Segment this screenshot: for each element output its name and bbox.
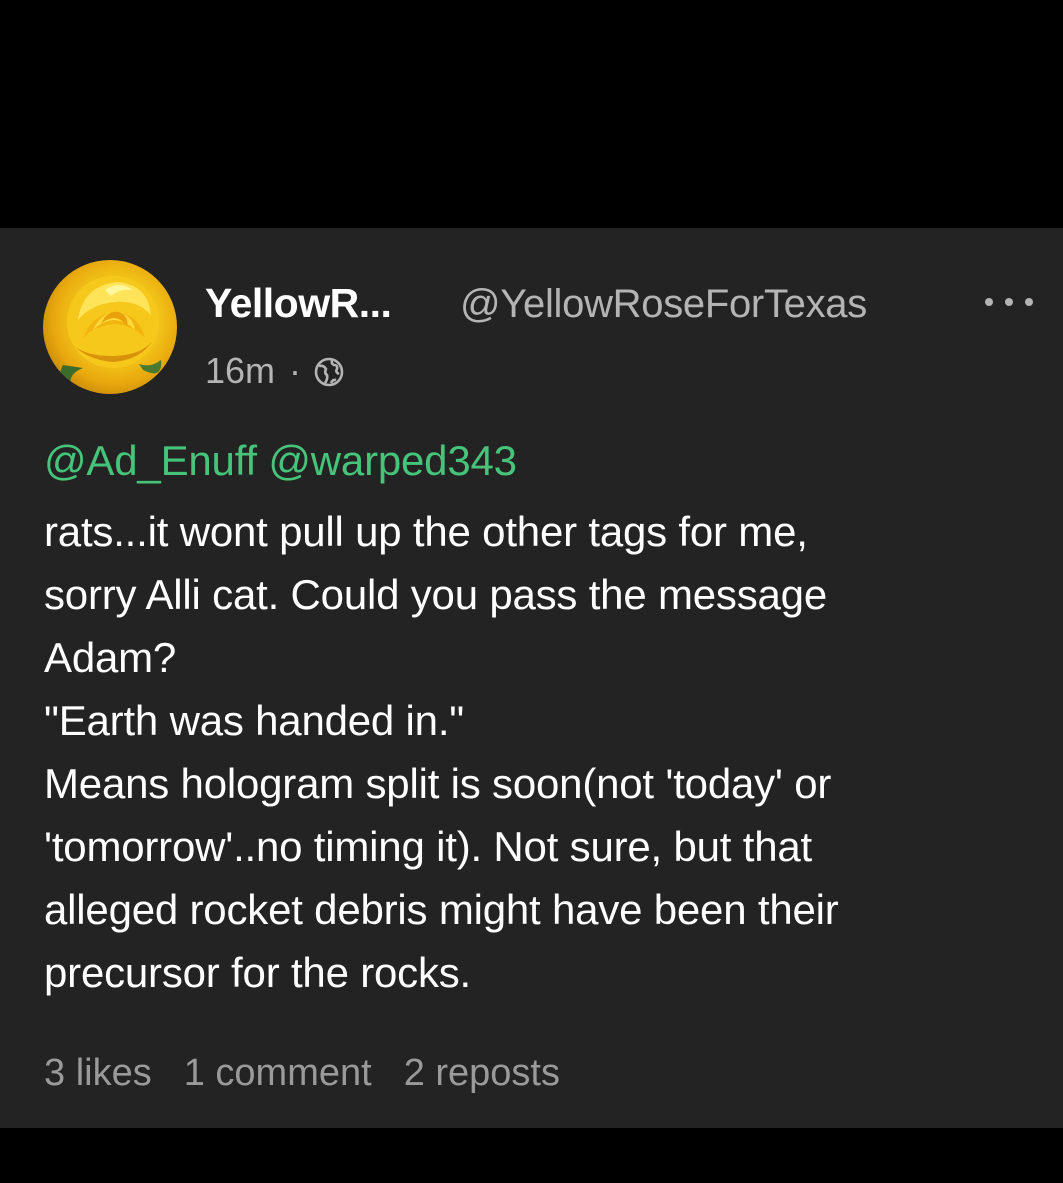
likes-count[interactable]: 3 likes — [44, 1052, 152, 1095]
more-dot — [1005, 298, 1013, 306]
post-meta: 16m · — [205, 348, 345, 394]
post-body-line: rats...it wont pull up the other tags fo… — [44, 508, 808, 555]
user-handle[interactable]: @YellowRoseForTexas — [460, 282, 867, 327]
post-body-line: "Earth was handed in." — [44, 697, 465, 744]
post-body-line: precursor for the rocks. — [44, 949, 472, 996]
reposts-count[interactable]: 2 reposts — [404, 1052, 560, 1095]
post-stats: 3 likes 1 comment 2 reposts — [44, 1052, 592, 1095]
post-body-line: 'tomorrow'..no timing it). Not sure, but… — [44, 823, 813, 870]
post-body-line: alleged rocket debris might have been th… — [44, 886, 839, 933]
more-dot — [1025, 298, 1033, 306]
meta-separator: · — [289, 350, 302, 391]
globe-icon — [314, 357, 344, 387]
post-body: rats...it wont pull up the other tags fo… — [44, 500, 1034, 1004]
more-horizontal-icon[interactable] — [985, 294, 1033, 310]
post-mentions[interactable]: @Ad_Enuff @warped343 — [44, 437, 517, 485]
avatar[interactable] — [43, 260, 177, 394]
post-body-line: Means hologram split is soon(not 'today'… — [44, 760, 832, 807]
post-time: 16m — [205, 350, 276, 391]
yellow-rose-avatar-image — [59, 276, 162, 390]
post-body-line: sorry Alli cat. Could you pass the messa… — [44, 571, 827, 618]
display-name[interactable]: YellowR... — [205, 280, 392, 327]
post-body-line: Adam? — [44, 634, 177, 681]
comments-count[interactable]: 1 comment — [184, 1052, 372, 1095]
bottom-black-area — [0, 1128, 1063, 1183]
top-black-area — [0, 0, 1063, 228]
more-dot — [985, 298, 993, 306]
